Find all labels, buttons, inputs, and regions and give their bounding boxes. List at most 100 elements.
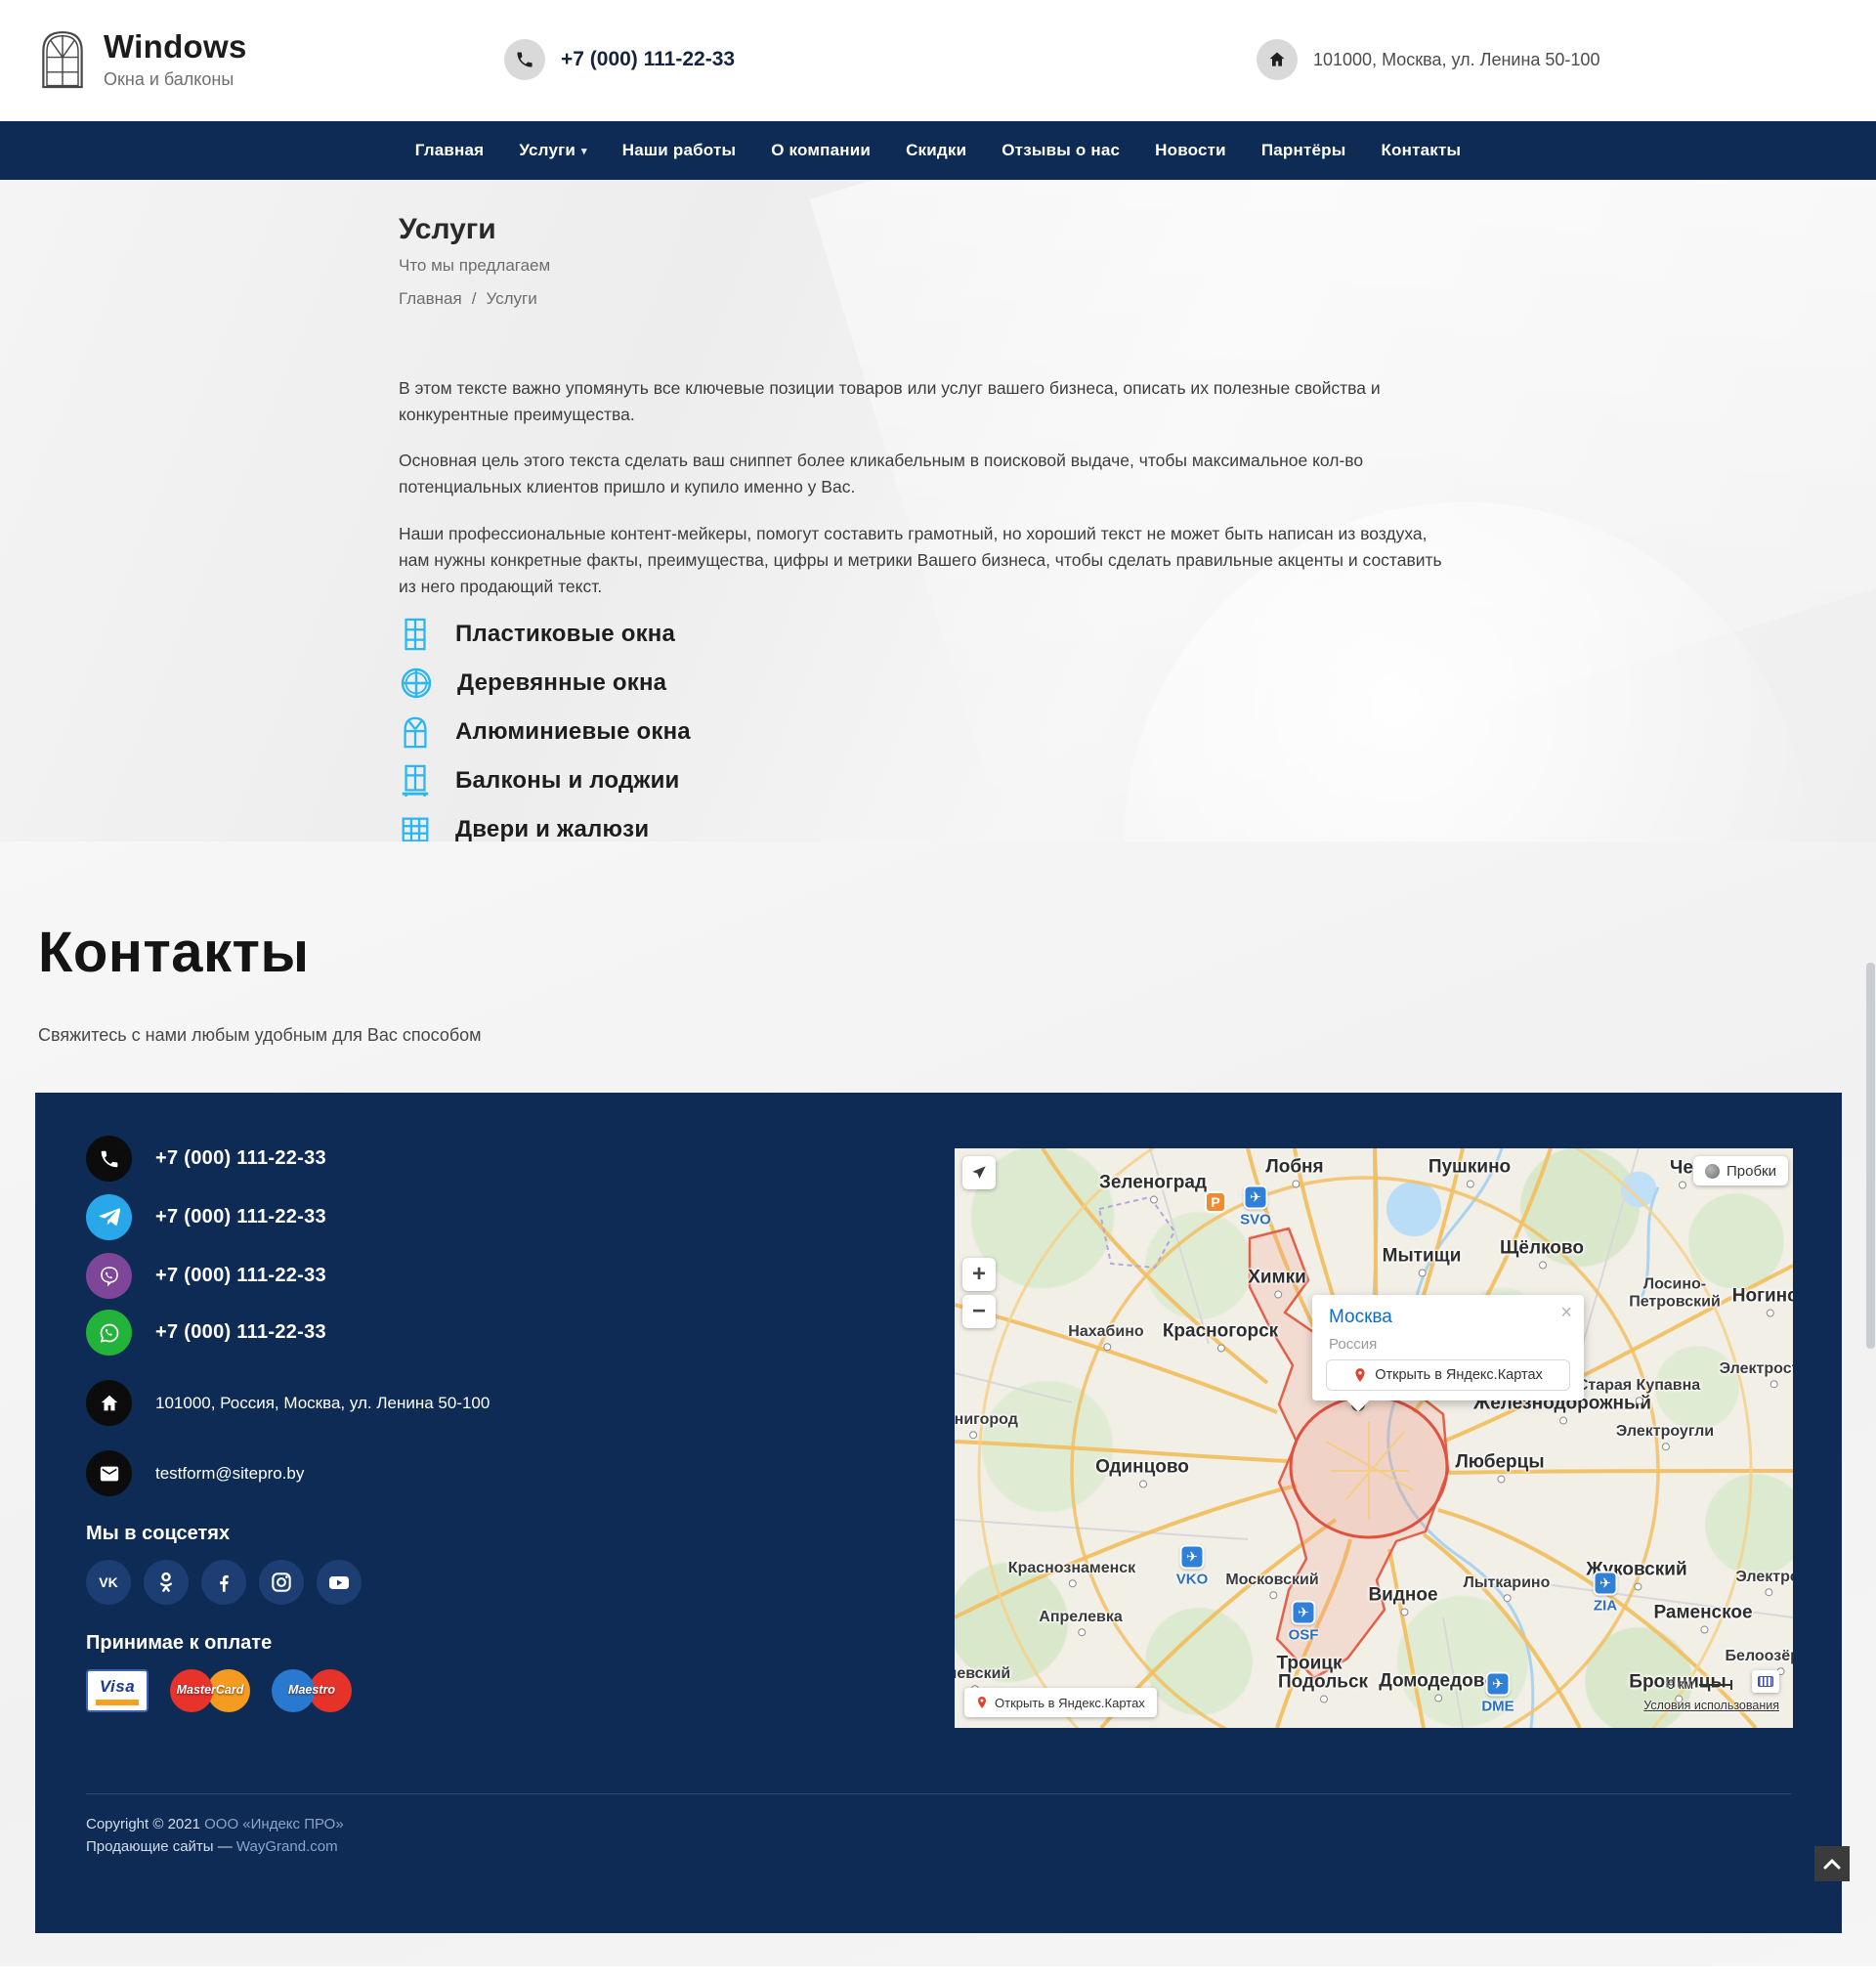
service-item-wooden-windows[interactable]: Деревянные окна (399, 659, 691, 708)
facebook-icon[interactable] (201, 1560, 246, 1605)
youtube-icon[interactable] (317, 1560, 362, 1605)
map-label: Раменское (1653, 1604, 1752, 1624)
airport-code: DME (1481, 1699, 1514, 1715)
contacts-card: +7 (000) 111-22-33 +7 (000) 111-22-33 +7… (35, 1093, 1842, 1933)
map-zoom-out-button[interactable]: − (962, 1295, 996, 1328)
visa-logo: Visa (86, 1669, 149, 1712)
chevron-down-icon: ▾ (581, 145, 587, 157)
contact-viber-row[interactable]: +7 (000) 111-22-33 (86, 1253, 326, 1299)
map-label: Щёлково (1500, 1239, 1584, 1260)
whatsapp-icon (86, 1310, 132, 1356)
arched-window-logo-icon (39, 20, 86, 98)
contact-telegram-row[interactable]: +7 (000) 111-22-33 (86, 1194, 326, 1240)
map-label: Нахабино (1068, 1323, 1143, 1341)
breadcrumb-home[interactable]: Главная (399, 289, 462, 309)
nav-item-otzyvy[interactable]: Отзывы о нас (1002, 141, 1120, 160)
service-item-plastic-windows[interactable]: Пластиковые окна (399, 610, 691, 659)
nav-item-skidki[interactable]: Скидки (906, 141, 966, 160)
blinds-icon (399, 813, 432, 841)
nav-item-novosti[interactable]: Новости (1155, 141, 1226, 160)
contacts-title: Контакты (38, 920, 310, 985)
window-grid-icon (399, 617, 432, 652)
paragraph: Наши профессиональные контент-мейкеры, п… (399, 521, 1454, 600)
intro-text: В этом тексте важно упомянуть все ключев… (399, 375, 1454, 620)
social-links: VK (86, 1560, 362, 1605)
back-to-top-button[interactable] (1814, 1846, 1850, 1881)
header-phone[interactable]: +7 (000) 111-22-33 (504, 39, 735, 80)
map-label: Мытищи (1383, 1247, 1462, 1268)
ruler-button[interactable] (1752, 1670, 1779, 1693)
nav-item-partnery[interactable]: Парнтёры (1261, 141, 1346, 160)
map-label: Че (1670, 1159, 1693, 1180)
map-label: Видное (1368, 1586, 1437, 1607)
nav-item-uslugi[interactable]: Услуги▾ (519, 141, 586, 160)
arched-window-icon (399, 714, 432, 750)
map-label: Лосино- Петровский (1629, 1275, 1721, 1310)
odnoklassniki-icon[interactable] (144, 1560, 189, 1605)
contact-email-row[interactable]: testform@sitepro.by (86, 1450, 304, 1496)
map-label: Красногорск (1163, 1322, 1278, 1343)
scrollbar-thumb[interactable] (1866, 963, 1875, 1349)
map-label: Киевский (955, 1665, 1010, 1683)
airport-icon-dme: ✈ (1486, 1672, 1511, 1697)
service-item-doors-blinds[interactable]: Двери и жалюзи (399, 805, 691, 841)
contact-whatsapp-row[interactable]: +7 (000) 111-22-33 (86, 1310, 326, 1356)
nav-item-kontakty[interactable]: Контакты (1381, 141, 1461, 160)
parking-icon: P (1205, 1191, 1226, 1213)
header-address-text: 101000, Москва, ул. Ленина 50-100 (1313, 50, 1599, 70)
email-icon (86, 1450, 132, 1496)
map-terms-link[interactable]: Условия использования (1643, 1699, 1779, 1712)
balcony-window-icon (399, 763, 432, 798)
open-in-yandex-maps-button[interactable]: Открыть в Яндекс.Картах (1326, 1359, 1570, 1391)
map-popup: Москва × Россия Открыть в Яндекс.Картах (1312, 1295, 1584, 1400)
map-label: Лобня (1265, 1158, 1323, 1179)
footer-divider (86, 1793, 1791, 1794)
map-label: Белоозёрский (1726, 1648, 1793, 1665)
geolocate-button[interactable] (962, 1156, 996, 1189)
nav-item-o-kompanii[interactable]: О компании (771, 141, 871, 160)
vk-icon[interactable]: VK (86, 1560, 131, 1605)
home-icon (1257, 39, 1298, 80)
map-label: Апрелевка (1039, 1609, 1122, 1626)
airport-icon-vko: ✈ (1180, 1545, 1205, 1570)
social-heading: Мы в соцсетях (86, 1523, 230, 1545)
nav-item-nashi-raboty[interactable]: Наши работы (622, 141, 736, 160)
payment-methods: Visa MasterCard Maestro (86, 1667, 352, 1714)
airport-code: VKO (1176, 1572, 1209, 1588)
map-label: Подольск (1278, 1673, 1368, 1694)
locate-arrow-icon (970, 1164, 988, 1182)
brand-title: Windows (104, 28, 247, 65)
phone-icon (86, 1136, 132, 1182)
service-item-aluminium-windows[interactable]: Алюминиевые окна (399, 708, 691, 756)
traffic-icon (1705, 1164, 1720, 1179)
page-subtitle: Что мы предлагаем (399, 256, 550, 276)
main-nav: Главная Услуги▾ Наши работы О компании С… (0, 121, 1876, 180)
contact-phone-row[interactable]: +7 (000) 111-22-33 (86, 1136, 326, 1182)
map-label: Зеленоград (1099, 1174, 1207, 1194)
open-in-yandex-maps-link[interactable]: Открыть в Яндекс.Картах (964, 1688, 1157, 1717)
mastercard-logo: MasterCard (170, 1667, 250, 1714)
breadcrumb-current: Услуги (486, 289, 536, 309)
round-window-icon (399, 666, 434, 701)
instagram-icon[interactable] (259, 1560, 304, 1605)
map-label: Электросталь (1720, 1360, 1793, 1378)
contacts-section: Контакты Свяжитесь с нами любым удобным … (0, 841, 1876, 1982)
map-label: Одинцово (1095, 1458, 1189, 1479)
services-section: Услуги Что мы предлагаем Главная / Услуг… (0, 180, 1876, 841)
contacts-subtitle: Свяжитесь с нами любым удобным для Вас с… (38, 1025, 482, 1046)
chevron-up-icon (1823, 1858, 1841, 1870)
paragraph: Основная цель этого текста сделать ваш с… (399, 448, 1454, 500)
popup-title-link[interactable]: Москва (1329, 1307, 1392, 1328)
nav-item-glavnaya[interactable]: Главная (415, 141, 485, 160)
viber-icon (86, 1253, 132, 1299)
paragraph: В этом тексте важно упомянуть все ключев… (399, 375, 1454, 428)
popup-subtitle: Россия (1329, 1336, 1377, 1353)
yandex-map[interactable]: Зеленоград Лобня Пушкино Че Химки Мытищи… (955, 1148, 1793, 1728)
traffic-button[interactable]: Пробки (1693, 1156, 1788, 1185)
map-zoom-in-button[interactable]: + (962, 1258, 996, 1291)
waygrand-link[interactable]: WayGrand.com (236, 1838, 338, 1855)
service-item-balconies[interactable]: Балконы и лоджии (399, 756, 691, 805)
brand[interactable]: Windows Окна и балконы (39, 20, 247, 98)
close-icon[interactable]: × (1560, 1303, 1572, 1322)
maestro-logo: Maestro (272, 1667, 352, 1714)
